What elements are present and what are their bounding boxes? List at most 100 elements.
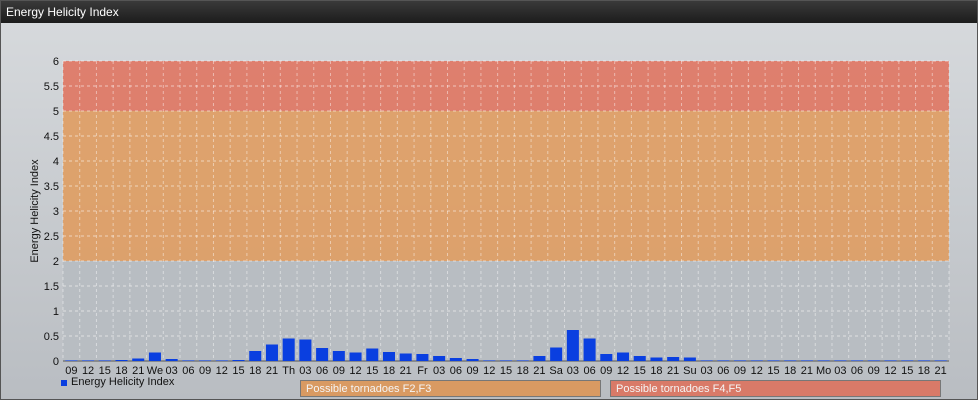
bar [199, 360, 212, 361]
bar [784, 360, 797, 361]
y-tick-label: 5.5 [44, 81, 59, 93]
bar [265, 344, 278, 361]
x-tick-label: 06 [316, 365, 328, 377]
x-tick-label: 12 [349, 365, 361, 377]
band-label-f2-f3: Possible tornadoes F2,F3 [300, 380, 601, 397]
x-tick-label: Su [683, 365, 696, 377]
bar [332, 351, 345, 361]
bar [516, 360, 529, 361]
bar [416, 354, 429, 361]
x-tick-label: 21 [400, 365, 412, 377]
bar [800, 360, 813, 361]
bar [499, 360, 513, 361]
x-tick-label: 03 [700, 365, 712, 377]
bar [717, 360, 730, 361]
legend[interactable]: Energy Helicity Index [61, 376, 174, 388]
x-tick-label: 21 [801, 365, 813, 377]
x-tick-label: 09 [868, 365, 880, 377]
bar [817, 360, 830, 361]
y-tick-label: 4.5 [44, 131, 59, 143]
x-tick-label: 06 [851, 365, 863, 377]
x-tick-label: Mo [816, 365, 831, 377]
bar [65, 360, 78, 361]
bar [483, 360, 496, 361]
x-tick-label: 06 [583, 365, 595, 377]
y-tick-label: 6 [53, 56, 59, 68]
y-tick-label: 2.5 [44, 231, 59, 243]
bar [148, 352, 161, 361]
x-tick-label: 18 [784, 365, 796, 377]
bar [600, 354, 613, 361]
bar [165, 359, 178, 361]
x-tick-label: 15 [232, 365, 244, 377]
bar [667, 357, 680, 361]
bar [132, 358, 145, 361]
chart-canvas: 00.511.522.533.544.555.5609 12 15 18 21 We 03 0… [29, 56, 950, 377]
bar [734, 360, 747, 361]
y-tick-label: 3.5 [44, 181, 59, 193]
bar [249, 351, 262, 361]
x-tick-label: 18 [383, 365, 395, 377]
bar [382, 352, 395, 361]
band-label-f4-f5: Possible tornadoes F4,F5 [610, 380, 941, 397]
y-tick-label: 1 [53, 306, 59, 318]
bar [366, 348, 379, 361]
bar [299, 339, 312, 361]
x-tick-label: 06 [717, 365, 729, 377]
x-tick-label: 18 [918, 365, 930, 377]
legend-swatch [61, 380, 67, 386]
bar [566, 330, 579, 361]
x-tick-label: 03 [299, 365, 311, 377]
x-tick-label: 15 [366, 365, 378, 377]
y-tick-label: 5 [53, 106, 59, 118]
bar [433, 356, 446, 361]
bar [884, 360, 897, 361]
bar [215, 360, 228, 361]
bar [851, 360, 864, 361]
bar [633, 356, 646, 361]
x-tick-label: 09 [199, 365, 211, 377]
x-tick-label: 12 [617, 365, 629, 377]
x-tick-label: Fr [417, 365, 428, 377]
bar [399, 353, 412, 361]
x-tick-label: 03 [433, 365, 445, 377]
x-tick-label: 03 [834, 365, 846, 377]
x-tick-label: 12 [884, 365, 896, 377]
x-tick-label: 21 [935, 365, 947, 377]
x-tick-label: 15 [901, 365, 913, 377]
chart-window: Energy Helicity Index 0 0.5 1 1.5 2 2.5 3 3.5 4 4… [0, 0, 978, 400]
x-tick-label: 18 [249, 365, 261, 377]
bar [98, 360, 111, 361]
x-tick-label: 18 [517, 365, 529, 377]
bar [583, 338, 596, 361]
bar [650, 357, 663, 361]
x-tick-label: 21 [266, 365, 278, 377]
x-tick-label: 21 [667, 365, 679, 377]
y-tick-label: 0.5 [44, 331, 59, 343]
bar [867, 360, 880, 361]
bar [82, 360, 95, 361]
bar [901, 360, 914, 361]
x-tick-label: 21 [533, 365, 545, 377]
bar [834, 360, 847, 361]
x-tick-label: 15 [634, 365, 646, 377]
x-tick-label: 09 [734, 365, 746, 377]
x-tick-label: 06 [450, 365, 462, 377]
bar [115, 360, 128, 361]
x-tick-label: 12 [216, 365, 228, 377]
y-tick-label: 0 [53, 356, 59, 368]
y-tick-label: 4 [53, 156, 59, 168]
legend-label: Energy Helicity Index [71, 376, 175, 388]
bar [466, 359, 479, 361]
x-tick-label: 03 [567, 365, 579, 377]
x-tick-label: 09 [600, 365, 612, 377]
bar [617, 352, 630, 361]
x-tick-label: 18 [650, 365, 662, 377]
bar [316, 348, 329, 361]
bar [533, 356, 546, 361]
x-tick-label: Th [282, 365, 295, 377]
x-tick-label: 09 [333, 365, 345, 377]
y-tick-label: 3 [53, 206, 59, 218]
y-tick-label: 1.5 [44, 281, 59, 293]
bar [917, 360, 930, 361]
